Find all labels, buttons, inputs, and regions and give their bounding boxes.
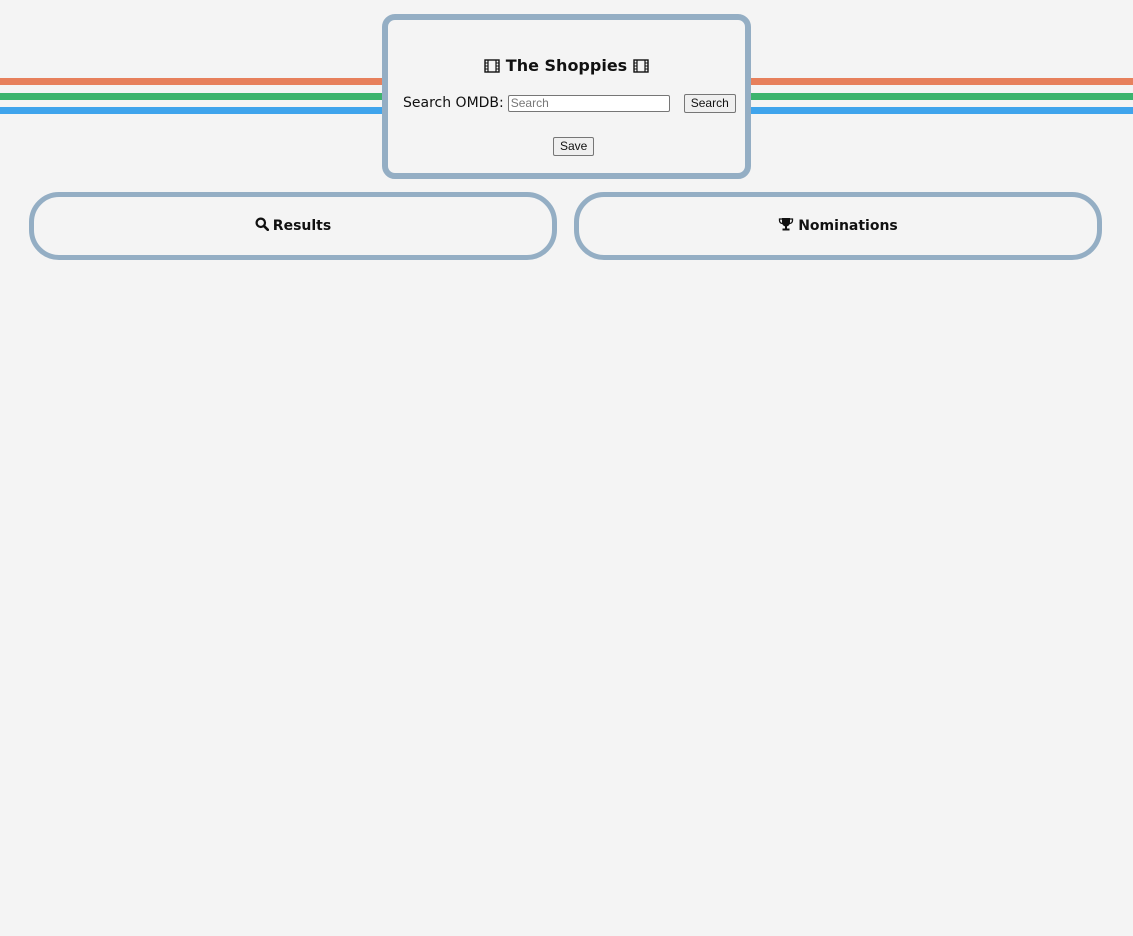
search-icon xyxy=(255,217,269,235)
film-icon xyxy=(633,58,649,78)
nominations-title: Nominations xyxy=(798,218,898,234)
header-card: The Shoppies Search OMDB: Search Search … xyxy=(382,14,751,179)
nominations-heading: Nominations xyxy=(778,217,898,235)
search-input[interactable] xyxy=(507,94,670,112)
search-label: Search OMDB: xyxy=(403,95,504,111)
search-row: Search OMDB: Search xyxy=(403,92,736,114)
nominations-panel: Nominations xyxy=(574,192,1102,260)
search-button[interactable]: Search xyxy=(683,93,736,113)
results-panel: Results xyxy=(29,192,557,260)
results-title: Results xyxy=(272,218,332,234)
results-heading: Results xyxy=(255,217,331,235)
page: The Shoppies Search OMDB: Search Search … xyxy=(0,0,1133,936)
page-title: The Shoppies xyxy=(388,56,745,78)
trophy-icon xyxy=(778,217,794,235)
film-icon xyxy=(484,58,500,78)
save-button[interactable]: Save xyxy=(553,137,595,156)
title-text: The Shoppies xyxy=(505,56,628,75)
